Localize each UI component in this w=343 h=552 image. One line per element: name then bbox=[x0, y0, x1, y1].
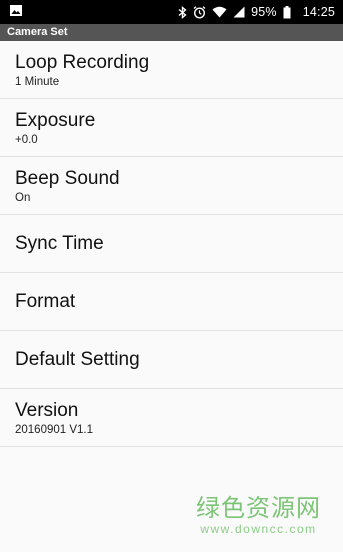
bluetooth-icon bbox=[178, 5, 187, 19]
setting-summary: 1 Minute bbox=[15, 75, 60, 88]
watermark: 绿色资源网 www.downcc.com bbox=[196, 494, 321, 536]
setting-exposure[interactable]: Exposure +0.0 bbox=[0, 99, 343, 157]
status-left bbox=[10, 5, 178, 19]
clock: 14:25 bbox=[302, 5, 335, 19]
setting-title: Version bbox=[15, 399, 79, 421]
setting-loop-recording[interactable]: Loop Recording 1 Minute bbox=[0, 41, 343, 99]
battery-percent: 95% bbox=[251, 5, 277, 19]
setting-summary: On bbox=[15, 191, 31, 204]
image-icon bbox=[10, 5, 22, 19]
setting-summary: 20160901 V1.1 bbox=[15, 423, 94, 436]
watermark-main: 绿色资源网 bbox=[196, 494, 321, 522]
setting-summary: +0.0 bbox=[15, 133, 38, 146]
status-bar: 95% 14:25 bbox=[0, 0, 343, 24]
wifi-icon bbox=[212, 6, 227, 18]
status-right: 95% 14:25 bbox=[178, 5, 335, 19]
setting-default-setting[interactable]: Default Setting bbox=[0, 331, 343, 389]
setting-title: Sync Time bbox=[15, 233, 104, 254]
setting-title: Default Setting bbox=[15, 349, 140, 370]
setting-title: Beep Sound bbox=[15, 167, 120, 189]
setting-version[interactable]: Version 20160901 V1.1 bbox=[0, 389, 343, 447]
app-bar-title: Camera Set bbox=[0, 24, 343, 41]
setting-title: Exposure bbox=[15, 109, 96, 131]
settings-list: Loop Recording 1 Minute Exposure +0.0 Be… bbox=[0, 41, 343, 447]
setting-title: Format bbox=[15, 291, 76, 312]
setting-beep-sound[interactable]: Beep Sound On bbox=[0, 157, 343, 215]
signal-icon bbox=[233, 6, 245, 18]
alarm-icon bbox=[193, 5, 206, 19]
setting-title: Loop Recording bbox=[15, 51, 150, 73]
setting-sync-time[interactable]: Sync Time bbox=[0, 215, 343, 273]
setting-format[interactable]: Format bbox=[0, 273, 343, 331]
watermark-url: www.downcc.com bbox=[200, 522, 317, 536]
battery-icon bbox=[283, 5, 291, 19]
